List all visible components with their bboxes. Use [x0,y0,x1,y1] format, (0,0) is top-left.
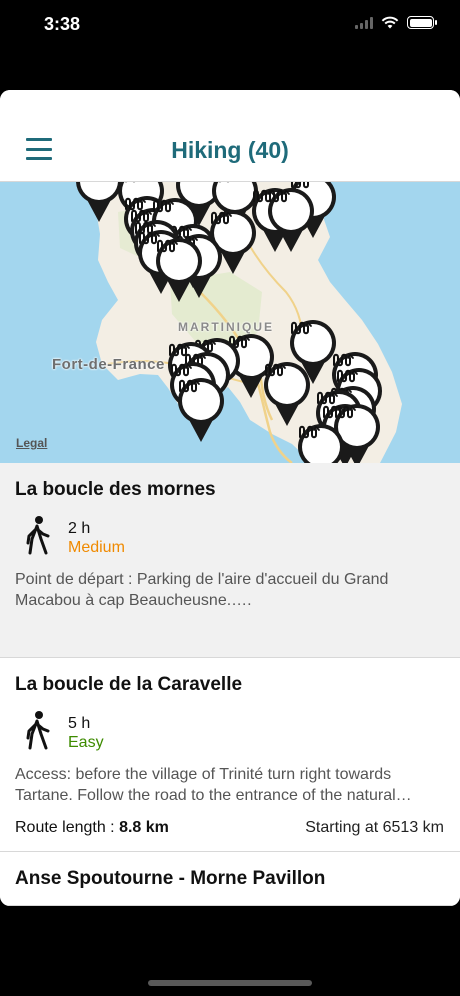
cellular-signal-icon [355,16,373,29]
hike-duration: 2 h [68,520,91,537]
hike-card[interactable]: La boucle des mornes 2 h Medium Point de… [0,463,460,658]
map-pin[interactable] [298,424,344,463]
map-pin[interactable] [268,188,314,254]
hike-duration: 5 h [68,715,91,732]
hiking-trail-icon [211,211,232,225]
route-length-value: 8.8 km [119,819,169,836]
hiking-trail-icon [214,182,229,183]
status-bar: 3:38 [0,0,460,50]
hike-card[interactable]: Anse Spoutourne - Morne Pavillon [0,852,460,906]
hiking-trail-icon [299,425,320,439]
hiking-trail-icon [153,199,174,213]
hiking-trail-icon [337,369,358,383]
map-view[interactable]: MARTINIQUE Fort-de-France Legal [0,182,460,463]
hiking-trail-icon [179,379,200,393]
map-label-city: Fort-de-France [52,356,165,373]
hike-description: Access: before the village of Trinité tu… [15,766,412,804]
hiking-trail-icon [333,353,354,367]
page-title: Hiking (40) [171,137,289,163]
starting-distance: Starting at 6513 km [305,819,444,836]
hiking-trail-icon [120,182,135,183]
hike-card[interactable]: La boucle de la Caravelle 5 h Easy Acces… [0,658,460,852]
home-indicator[interactable] [148,980,312,986]
hiking-trail-icon [269,189,290,203]
hike-difficulty: Easy [68,734,104,751]
hike-title: La boucle des mornes [15,479,216,500]
hiking-trail-icon [157,239,178,253]
main-sheet: Hiking (40) MARTINIQUE Fort-de-France Le… [0,90,460,906]
hiking-trail-icon [335,405,356,419]
map-pin[interactable] [156,238,202,304]
hiking-trail-icon [291,321,312,335]
route-length-label: Route length : [15,819,115,836]
map-pin[interactable] [178,378,224,444]
status-icons [355,16,437,29]
map-pin[interactable] [264,362,310,428]
route-length: Route length : 8.8 km [15,819,169,837]
map-label-region: MARTINIQUE [178,320,274,334]
hike-title: Anse Spoutourne - Morne Pavillon [15,868,326,889]
legal-link[interactable]: Legal [16,436,47,450]
navigation-bar: Hiking (40) [0,90,460,182]
walking-person-icon [26,711,50,750]
map-pin[interactable] [76,182,122,224]
hiking-trail-icon [171,363,192,377]
wifi-icon [381,16,399,29]
hike-description: Point de départ : Parking de l'aire d'ac… [15,571,389,609]
hike-title: La boucle de la Caravelle [15,674,243,695]
status-time: 3:38 [44,14,81,34]
battery-icon [407,16,437,29]
hike-difficulty: Medium [68,539,125,556]
hiking-trail-icon [265,363,286,377]
walking-person-icon [26,516,50,555]
